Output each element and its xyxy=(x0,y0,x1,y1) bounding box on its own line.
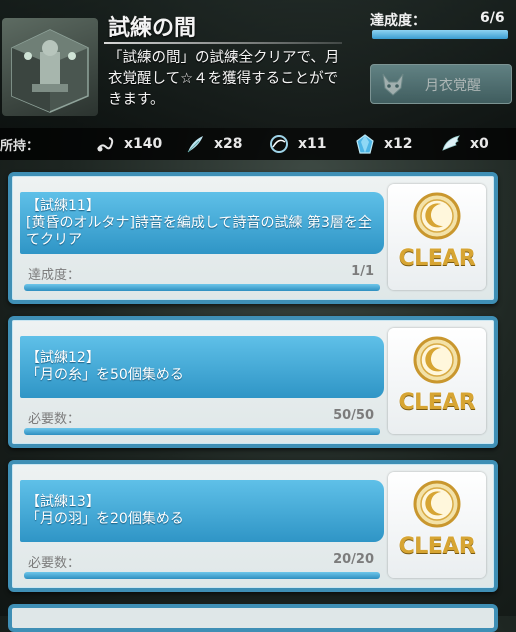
mission-requirement-label: 必要数： xyxy=(28,412,81,427)
wing-icon xyxy=(442,135,460,151)
awaken-button-label: 月衣覚醒 xyxy=(425,78,481,94)
inventory-bar: 所持： x140 x28 x11 x12 x0 xyxy=(0,128,516,160)
mission-progress-bar xyxy=(24,428,380,435)
title-divider xyxy=(104,42,342,44)
statue-room-image xyxy=(11,29,89,113)
mission-card[interactable]: 【試練11】 [黄昏のオルタナ]詩音を編成して詩音の試練 第3層を全てクリア 達… xyxy=(8,172,498,304)
achievement-progress-fill xyxy=(372,30,508,39)
moon-emblem-icon xyxy=(413,336,461,384)
trial-description: 「試練の間」の試練全クリアで、月衣覚醒して☆４を獲得することができます。 xyxy=(108,50,340,108)
mission-progress-fill xyxy=(24,572,380,579)
mission-description: 「月の羽」を20個集める xyxy=(26,511,184,527)
awaken-button[interactable]: 月衣覚醒 xyxy=(370,64,512,104)
mission-description: [黄昏のオルタナ]詩音を編成して詩音の試練 第3層を全てクリア xyxy=(26,215,372,248)
inventory-item-scorpion: x140 xyxy=(94,132,162,156)
mission-progress-bar xyxy=(24,284,380,291)
trial-room-thumbnail xyxy=(2,18,98,116)
mission-progress-fill xyxy=(24,428,380,435)
fox-mask-icon xyxy=(382,73,404,96)
inventory-count: x28 xyxy=(214,136,243,152)
moon-thread-icon xyxy=(270,135,288,153)
moon-emblem-icon xyxy=(413,480,461,528)
clear-label: CLEAR xyxy=(398,390,476,415)
mission-text: 【試練13】 「月の羽」を20個集める xyxy=(26,494,380,528)
clear-badge: CLEAR xyxy=(388,472,486,578)
inventory-item-wing: x0 xyxy=(440,132,489,156)
mission-progress-bar xyxy=(24,572,380,579)
inventory-item-feather: x28 xyxy=(184,132,243,156)
mission-text: 【試練12】 「月の糸」を50個集める xyxy=(26,350,380,384)
mission-text: 【試練11】 [黄昏のオルタナ]詩音を編成して詩音の試練 第3層を全てクリア xyxy=(26,198,380,249)
inventory-item-gem: x12 xyxy=(354,132,413,156)
inventory-item-moon-thread: x11 xyxy=(268,132,327,156)
clear-label: CLEAR xyxy=(398,246,476,271)
inventory-count: x12 xyxy=(384,136,413,152)
inventory-label: 所持： xyxy=(0,139,40,154)
inventory-count: x140 xyxy=(124,136,163,152)
scorpion-icon xyxy=(97,137,114,152)
mission-card[interactable]: 【試練13】 「月の羽」を20個集める 必要数： 20/20 CLEAR xyxy=(8,460,498,592)
inventory-count: x11 xyxy=(298,136,327,152)
mission-description: 「月の糸」を50個集める xyxy=(26,367,184,383)
moon-emblem-icon xyxy=(413,192,461,240)
achievement-value: 6/6 xyxy=(480,10,505,26)
clear-badge: CLEAR xyxy=(388,328,486,434)
mission-banner: 【試練11】 [黄昏のオルタナ]詩音を編成して詩音の試練 第3層を全てクリア xyxy=(20,192,384,254)
achievement-progress-bar xyxy=(372,30,508,39)
mission-progress-fill xyxy=(24,284,380,291)
mission-name: 【試練11】 xyxy=(26,198,100,214)
mission-requirement-value: 20/20 xyxy=(333,552,374,567)
mission-banner: 【試練13】 「月の羽」を20個集める xyxy=(20,480,384,542)
blue-gem-icon xyxy=(356,134,374,154)
inventory-count: x0 xyxy=(470,136,489,152)
page-title: 試練の間 xyxy=(108,16,197,41)
mission-requirement-label: 必要数： xyxy=(28,556,81,571)
mission-requirement-label: 達成度： xyxy=(28,268,81,283)
mission-name: 【試練12】 xyxy=(26,350,100,366)
achievement-label: 達成度： xyxy=(370,13,426,29)
clear-label: CLEAR xyxy=(398,534,476,559)
mission-banner: 【試練12】 「月の糸」を50個集める xyxy=(20,336,384,398)
mission-requirement-value: 1/1 xyxy=(351,264,374,279)
mission-name: 【試練13】 xyxy=(26,494,100,510)
trial-header: 試練の間 「試練の間」の試練全クリアで、月衣覚醒して☆４を獲得することができます… xyxy=(0,0,516,128)
clear-badge: CLEAR xyxy=(388,184,486,290)
feather-icon xyxy=(187,136,203,153)
mission-requirement-value: 50/50 xyxy=(333,408,374,423)
mission-card-partial[interactable] xyxy=(8,604,498,632)
mission-card[interactable]: 【試練12】 「月の糸」を50個集める 必要数： 50/50 CLEAR xyxy=(8,316,498,448)
